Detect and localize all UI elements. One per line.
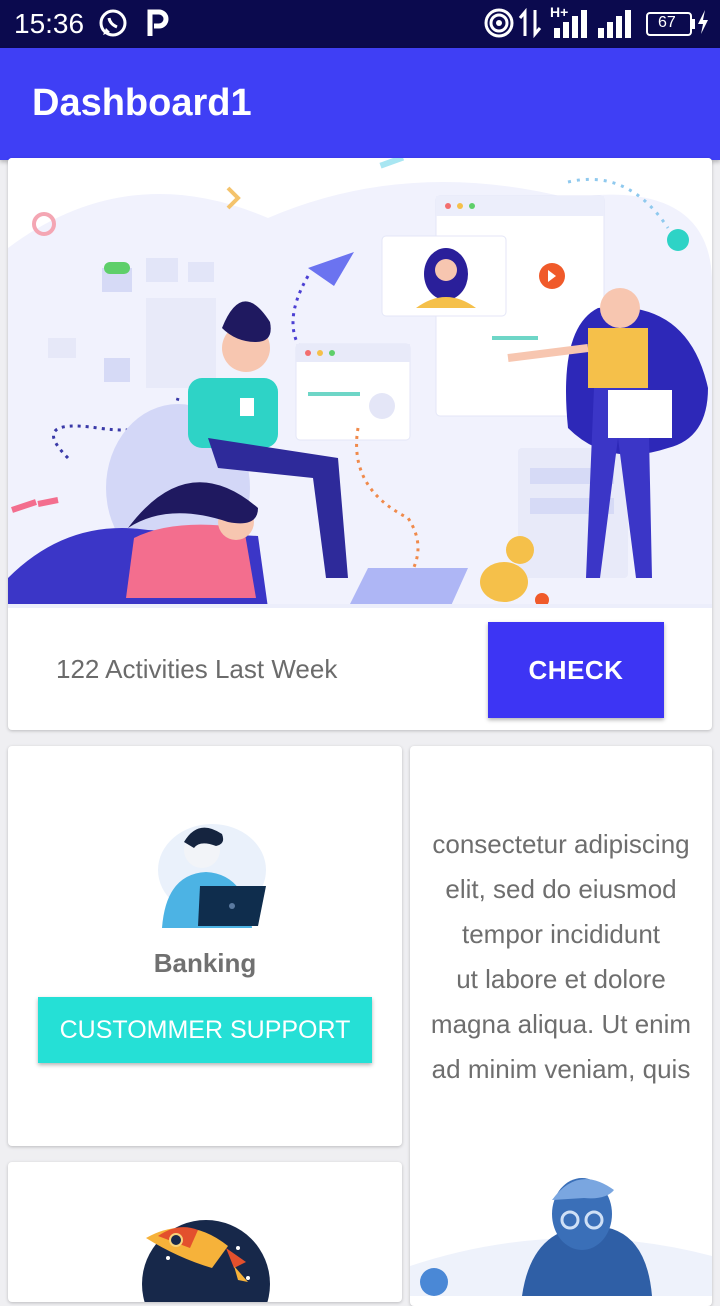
customer-support-button[interactable]: CUSTOMMER SUPPORT xyxy=(38,997,372,1063)
status-bar: 15:36 H+ 67 xyxy=(0,0,720,48)
team-illustration xyxy=(8,158,712,608)
lorem-line: magna aliqua. Ut enim xyxy=(430,1009,692,1039)
lorem-line: ut labore et dolore xyxy=(456,964,666,994)
lorem-text: consectetur adipiscing elit, sed do eius… xyxy=(410,822,712,1092)
user-laptop-icon xyxy=(150,820,266,935)
info-text-card: consectetur adipiscing elit, sed do eius… xyxy=(410,746,712,1306)
rocket-card[interactable] xyxy=(8,1162,402,1302)
lorem-line: ad minim veniam, quis xyxy=(431,1054,691,1084)
data-arrows-icon xyxy=(518,7,542,43)
lorem-line: tempor incididunt xyxy=(462,919,660,949)
lorem-line: elit, sed do eiusmod xyxy=(445,874,677,904)
hotspot-icon xyxy=(484,8,514,43)
check-button[interactable]: CHECK xyxy=(488,622,664,718)
rocket-icon xyxy=(138,1218,272,1302)
status-time: 15:36 xyxy=(14,8,85,39)
app-bar: Dashboard1 xyxy=(0,48,720,160)
lorem-line: consectetur adipiscing xyxy=(432,829,690,859)
banking-card[interactable]: Banking CUSTOMMER SUPPORT xyxy=(8,746,402,1146)
activities-count-text: 122 Activities Last Week xyxy=(56,654,338,684)
page-title: Dashboard1 xyxy=(32,82,252,124)
person-glasses-illustration xyxy=(410,1156,712,1301)
charging-icon xyxy=(696,8,710,41)
signal-icon xyxy=(552,8,590,45)
parking-icon xyxy=(146,8,170,43)
signal-icon-2 xyxy=(596,8,634,45)
battery-level: 67 xyxy=(658,14,676,31)
banking-label: Banking xyxy=(153,948,257,978)
whatsapp-icon xyxy=(98,8,128,43)
activities-card: 122 Activities Last Week CHECK xyxy=(8,158,712,730)
